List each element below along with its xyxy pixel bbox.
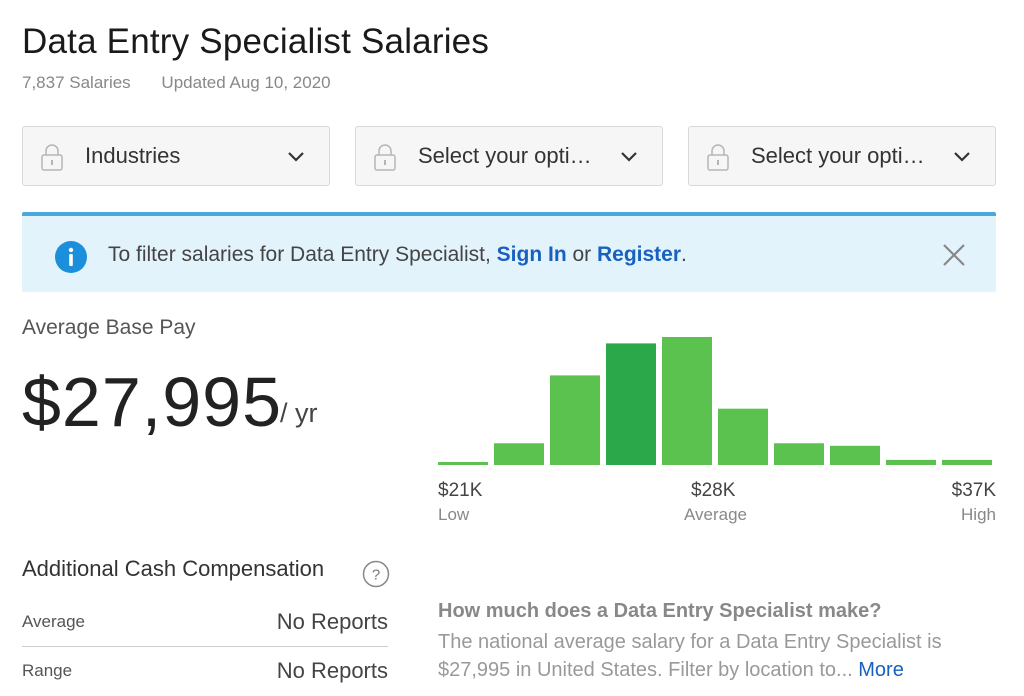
filter-label: Select your opti…: [751, 143, 925, 168]
banner-text: or: [566, 243, 597, 266]
faq-question: How much does a Data Entry Specialist ma…: [438, 600, 882, 622]
lock-icon: [374, 144, 396, 171]
filter-label: Industries: [85, 143, 181, 168]
histogram-bar: [550, 375, 600, 465]
low-value: $21K: [438, 480, 483, 501]
range-row-value: No Reports: [276, 658, 388, 683]
histogram-bar: [494, 443, 544, 465]
svg-text:?: ?: [372, 567, 380, 584]
range-row-label: Range: [22, 661, 73, 680]
info-banner: To filter salaries for Data Entry Specia…: [22, 212, 996, 292]
average-base-pay-value: $27,995: [22, 363, 283, 441]
histogram-bar: [718, 408, 768, 465]
industries-filter-dropdown[interactable]: Industries: [22, 126, 330, 186]
histogram-bar: [606, 343, 656, 465]
histogram-bar: [886, 459, 936, 465]
lock-icon: [707, 144, 729, 171]
banner-message: To filter salaries for Data Entry Specia…: [108, 243, 687, 267]
histogram-bar: [662, 337, 712, 465]
histogram-bar: [942, 459, 992, 465]
lock-icon: [41, 144, 63, 171]
page-title: Data Entry Specialist Salaries: [22, 22, 490, 61]
histogram-bar: [438, 462, 488, 465]
updated-date: Updated Aug 10, 2020: [161, 73, 331, 92]
sign-in-link[interactable]: Sign In: [497, 243, 567, 266]
option-filter-dropdown-1[interactable]: Select your opti…: [355, 126, 663, 186]
average-row-value: No Reports: [276, 609, 388, 634]
additional-cash-title: Additional Cash Compensation: [22, 556, 325, 581]
info-icon: [55, 241, 87, 273]
register-link[interactable]: Register: [597, 243, 681, 266]
chevron-down-icon: [621, 152, 637, 162]
pay-unit: / yr: [280, 398, 318, 428]
chevron-down-icon: [954, 152, 970, 162]
more-link[interactable]: More: [858, 659, 904, 681]
salary-count: 7,837 Salaries: [22, 73, 131, 92]
banner-text: To filter salaries for Data Entry Specia…: [108, 243, 497, 266]
average-label: Average: [684, 505, 748, 524]
close-icon[interactable]: [942, 243, 966, 267]
high-value: $37K: [951, 480, 996, 501]
average-base-pay-label: Average Base Pay: [22, 316, 196, 339]
average-row-label: Average: [22, 612, 86, 631]
option-filter-dropdown-2[interactable]: Select your opti…: [688, 126, 996, 186]
help-icon[interactable]: ?: [362, 560, 390, 588]
divider: [22, 646, 388, 647]
histogram-bar: [774, 443, 824, 465]
faq-answer: The national average salary for a Data E…: [438, 628, 998, 684]
high-label: High: [961, 505, 996, 524]
banner-text: .: [681, 243, 687, 266]
filter-label: Select your opti…: [418, 143, 592, 168]
average-value: $28K: [691, 480, 736, 501]
low-label: Low: [438, 505, 470, 524]
page-meta: 7,837 Salaries Updated Aug 10, 2020: [22, 73, 331, 93]
chevron-down-icon: [288, 152, 304, 162]
salary-histogram: [438, 337, 992, 465]
histogram-bar: [830, 445, 880, 465]
